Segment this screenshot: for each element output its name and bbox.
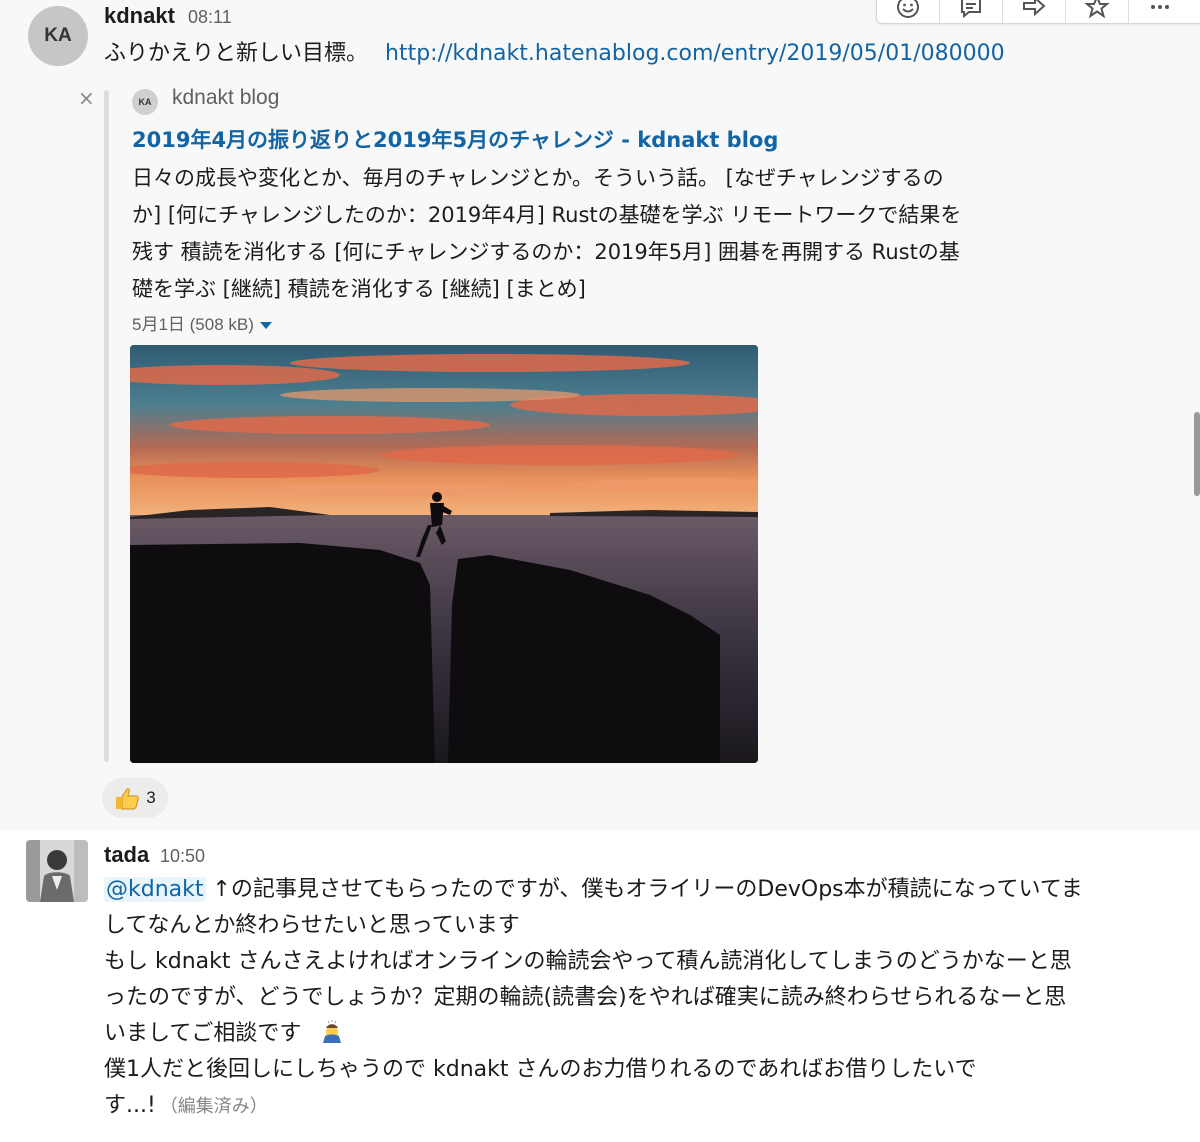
message-text: ふりかえりと新しい目標。 xyxy=(104,41,369,66)
description-line: か] [何にチャレンジしたのか：2019年4月] Rustの基礎を学ぶ リモート… xyxy=(132,203,962,227)
reaction-count: 3 xyxy=(146,788,156,807)
message-actions-toolbar xyxy=(876,0,1200,24)
site-icon: KA xyxy=(132,89,158,115)
description-line: 礎を学ぶ [継続] 積読を消化する [継続] [まとめ] xyxy=(132,277,586,301)
attachment-title[interactable]: 2019年4月の振り返りと2019年5月のチャレンジ - kdnakt blog xyxy=(132,124,778,154)
caret-down-icon[interactable] xyxy=(259,322,272,330)
timestamp[interactable]: 10:50 xyxy=(160,846,205,867)
attachment-image[interactable] xyxy=(130,345,758,763)
message-line: もし kdnakt さんさえよければオンラインの輪読会やって積ん読消化してしまう… xyxy=(104,949,1072,974)
message-line: @kdnakt ↑の記事見させてもらったのですが、僕もオライリーのDevOps本… xyxy=(104,872,1083,908)
description-line: 日々の成長や変化とか、毎月のチャレンジとか。そういう話。 [なぜチャレンジするの xyxy=(132,166,944,190)
message-line: 僕1人だと後回しにしちゃうので kdnakt さんのお力借りれるのであればお借り… xyxy=(104,1057,977,1082)
attachment-bar xyxy=(104,90,109,762)
emoji-reaction-icon[interactable] xyxy=(877,0,940,23)
message-text: ↑の記事見させてもらったのですが、僕もオライリーのDevOps本が積読になってい… xyxy=(205,877,1083,902)
message-line: いましてご相談です xyxy=(104,1016,1083,1052)
timestamp[interactable]: 08:11 xyxy=(188,7,232,28)
star-icon[interactable] xyxy=(1066,0,1129,23)
share-icon[interactable] xyxy=(1003,0,1066,23)
attachment-meta-text: 5月1日 (508 kB) xyxy=(132,315,254,334)
bowing-person-emoji-icon xyxy=(323,1020,342,1043)
user-mention[interactable]: @kdnakt xyxy=(104,877,206,902)
blog-link[interactable]: http://kdnakt.hatenablog.com/entry/2019/… xyxy=(385,41,1005,66)
description-line: 残す 積読を消化する [何にチャレンジするのか：2019年5月] 囲碁を再開する… xyxy=(132,240,960,264)
avatar[interactable] xyxy=(26,840,88,902)
close-icon[interactable]: × xyxy=(78,86,95,110)
message-kdnakt: KA kdnakt 08:11 ふりかえりと新しい目標。 http://kdna… xyxy=(0,0,1200,830)
message-line: してなんとか終わらせたいと思っています xyxy=(104,913,520,938)
message-line: す...! （編集済み） xyxy=(104,1088,1083,1125)
reaction-thumbsup[interactable]: 3 xyxy=(102,778,168,818)
sender-name[interactable]: kdnakt xyxy=(104,3,175,29)
site-name[interactable]: kdnakt blog xyxy=(172,86,279,110)
message-body: @kdnakt ↑の記事見させてもらったのですが、僕もオライリーのDevOps本… xyxy=(104,872,1083,1125)
more-icon[interactable] xyxy=(1129,0,1191,23)
attachment-meta[interactable]: 5月1日 (508 kB) xyxy=(132,310,272,335)
sunset-photo-icon xyxy=(130,345,758,763)
scrollbar[interactable] xyxy=(1194,412,1200,496)
message-body: ふりかえりと新しい目標。 http://kdnakt.hatenablog.co… xyxy=(104,36,1005,72)
avatar[interactable]: KA xyxy=(28,6,88,66)
message-line: ったのですが、どうでしょうか？定期の輪読(読書会)をやれば確実に読み終わらせられ… xyxy=(104,985,1067,1010)
reply-thread-icon[interactable] xyxy=(940,0,1003,23)
thumbsup-icon xyxy=(116,788,140,810)
edited-label: （編集済み） xyxy=(159,1096,268,1117)
sender-name[interactable]: tada xyxy=(104,842,149,868)
message-text: いましてご相談です xyxy=(104,1021,302,1046)
message-text: す...! xyxy=(104,1093,156,1118)
attachment-description: 日々の成長や変化とか、毎月のチャレンジとか。そういう話。 [なぜチャレンジするの… xyxy=(132,160,1082,308)
